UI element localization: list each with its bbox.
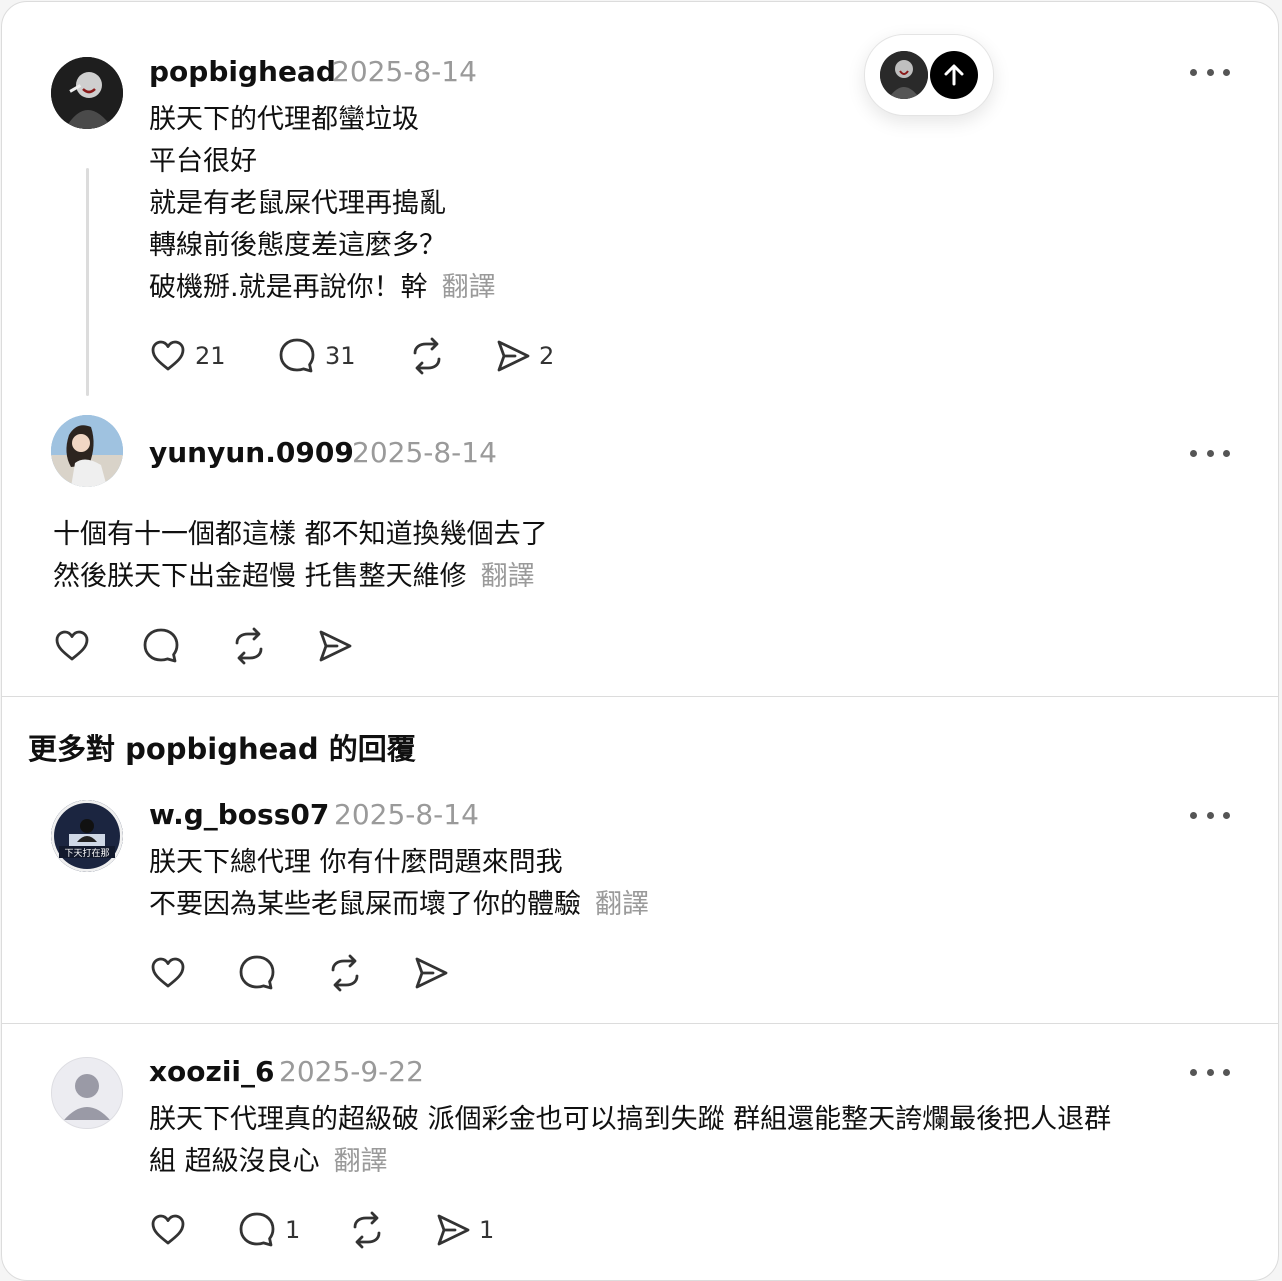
avatar[interactable]: 下天打在那	[51, 800, 123, 872]
like-button[interactable]	[53, 627, 141, 665]
like-button[interactable]	[149, 1211, 237, 1249]
reply-button[interactable]	[237, 953, 325, 993]
repost-icon	[407, 336, 447, 376]
like-button[interactable]: 21	[149, 337, 277, 375]
repost-button[interactable]	[347, 1210, 435, 1250]
more-icon[interactable]	[1190, 443, 1230, 463]
repost-button[interactable]	[325, 953, 413, 993]
translate-link[interactable]: 翻譯	[442, 272, 496, 303]
comment-icon	[237, 1210, 277, 1250]
comment-icon	[277, 336, 317, 376]
post-username[interactable]: popbighead	[149, 54, 336, 90]
scroll-to-top-pill[interactable]	[864, 34, 994, 116]
post-line: 然後朕天下出金超慢 托售整天維修	[53, 561, 467, 592]
translate-link[interactable]: 翻譯	[595, 889, 649, 920]
post-line: 不要因為某些老鼠屎而壞了你的體驗	[149, 889, 581, 920]
post-text: 朕天下代理真的超級破 派個彩金也可以搞到失蹤 群組還能整天誇爛最後把人退群 組 …	[149, 1099, 1111, 1183]
repost-button[interactable]	[229, 626, 317, 666]
send-icon	[495, 338, 531, 374]
post-username[interactable]: w.g_boss07	[149, 797, 329, 833]
share-button[interactable]	[317, 628, 353, 664]
post-line-last: 不要因為某些老鼠屎而壞了你的體驗 翻譯	[149, 884, 649, 926]
repost-icon	[325, 953, 365, 993]
mini-avatar	[880, 51, 928, 99]
send-icon	[317, 628, 353, 664]
heart-icon	[149, 1211, 187, 1249]
post-line: 朕天下總代理 你有什麼問題來問我	[149, 847, 563, 878]
share-count: 2	[539, 342, 555, 370]
post-line: 轉線前後態度差這麼多？	[149, 230, 446, 261]
post-line-last: 然後朕天下出金超慢 托售整天維修 翻譯	[53, 556, 548, 598]
post-line: 十個有十一個都這樣 都不知道換幾個去了	[53, 519, 548, 550]
heart-icon	[53, 627, 91, 665]
reply-button[interactable]	[141, 626, 229, 666]
more-icon[interactable]	[1190, 1062, 1230, 1082]
avatar[interactable]	[51, 57, 123, 129]
post-username[interactable]: xoozii_6	[149, 1054, 275, 1090]
post-text: 朕天下的代理都蠻垃圾 平台很好 就是有老鼠屎代理再搗亂 轉線前後態度差這麼多？ …	[149, 99, 496, 309]
post-date[interactable]: 2025-9-22	[279, 1054, 424, 1090]
post-line: 就是有老鼠屎代理再搗亂	[149, 188, 446, 219]
heart-icon	[149, 337, 187, 375]
avatar[interactable]	[51, 415, 123, 487]
post-line: 破機掰.就是再說你！幹	[149, 272, 428, 303]
post-text: 十個有十一個都這樣 都不知道換幾個去了 然後朕天下出金超慢 托售整天維修 翻譯	[53, 514, 548, 598]
post-line: 朕天下代理真的超級破 派個彩金也可以搞到失蹤 群組還能整天誇爛最後把人退群	[149, 1104, 1112, 1135]
repost-icon	[347, 1210, 387, 1250]
like-button[interactable]	[149, 954, 237, 992]
divider	[2, 696, 1278, 697]
arrow-up-icon[interactable]	[930, 51, 978, 99]
post-username[interactable]: yunyun.0909	[149, 435, 354, 471]
post-actions	[149, 953, 449, 993]
post-line: 朕天下的代理都蠻垃圾	[149, 104, 419, 135]
post-actions: 1 1	[149, 1210, 494, 1250]
thread-connector	[86, 168, 89, 396]
send-icon	[413, 955, 449, 991]
reply-count: 31	[325, 342, 356, 370]
post-line: 組 超級沒良心	[149, 1146, 320, 1177]
avatar[interactable]	[51, 1057, 123, 1129]
section-title: 更多對 popbighead 的回覆	[28, 732, 416, 766]
share-button[interactable]	[413, 955, 449, 991]
divider	[2, 1023, 1278, 1024]
translate-link[interactable]: 翻譯	[481, 561, 535, 592]
heart-icon	[149, 954, 187, 992]
share-button[interactable]: 1	[435, 1212, 494, 1248]
post-line-last: 破機掰.就是再說你！幹 翻譯	[149, 267, 496, 309]
repost-icon	[229, 626, 269, 666]
like-count: 21	[195, 342, 226, 370]
post-line: 平台很好	[149, 146, 257, 177]
comment-icon	[237, 953, 277, 993]
share-count: 1	[479, 1216, 495, 1244]
reply-button[interactable]: 31	[277, 336, 407, 376]
post-date[interactable]: 2025-8-14	[352, 435, 497, 471]
post-date[interactable]: 2025-8-14	[334, 797, 479, 833]
thread-card: popbighead 2025-8-14 朕天下的代理都蠻垃圾 平台很好 就是有…	[1, 1, 1279, 1281]
translate-link[interactable]: 翻譯	[334, 1146, 388, 1177]
post-actions: 21 31 2	[149, 336, 554, 376]
post-actions	[53, 626, 353, 666]
comment-icon	[141, 626, 181, 666]
repost-button[interactable]	[407, 336, 495, 376]
reply-button[interactable]: 1	[237, 1210, 347, 1250]
reply-count: 1	[285, 1216, 301, 1244]
post-date[interactable]: 2025-8-14	[332, 54, 477, 90]
send-icon	[435, 1212, 471, 1248]
more-icon[interactable]	[1190, 62, 1230, 82]
post-line-last: 組 超級沒良心 翻譯	[149, 1141, 1111, 1183]
avatar-text: 下天打在那	[64, 847, 109, 859]
share-button[interactable]: 2	[495, 338, 554, 374]
more-icon[interactable]	[1190, 805, 1230, 825]
post-text: 朕天下總代理 你有什麼問題來問我 不要因為某些老鼠屎而壞了你的體驗 翻譯	[149, 842, 649, 926]
